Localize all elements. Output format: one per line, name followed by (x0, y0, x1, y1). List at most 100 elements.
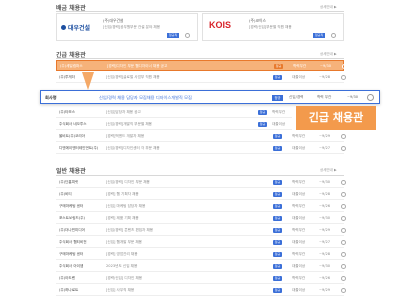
row-date: ~9/26 (319, 276, 331, 280)
row-badge: 정규 (273, 74, 282, 80)
row-edu: 대졸이상 (292, 216, 306, 220)
premium-company: (주)코이스 (249, 18, 266, 23)
general-row[interactable]: (주)하나로트 [신입] 사무직 채용 정규 대졸이상 ~9/29 (56, 285, 346, 296)
zoomed-career: 신입/경력 (289, 95, 304, 99)
row-edu: 학력무관 (292, 276, 306, 280)
row-title: [신입] 사무직 채용 (106, 288, 135, 292)
divider (56, 58, 344, 59)
row-edu: 학력무관 (293, 64, 307, 68)
row-edu: 대졸이상 (292, 264, 306, 268)
row-badge: 정규 (258, 121, 267, 127)
row-badge: 정규 (273, 263, 282, 269)
row-edu: 학력무관 (292, 252, 306, 256)
row-company: 포스트쏘링드(주) (59, 216, 85, 220)
row-edu: 대졸이상 (292, 146, 306, 150)
general-row[interactable]: (주)더나빈미디어 [신입/경력] 콘텐츠 편집자 채용 정규 학력무관 ~9/… (56, 225, 346, 236)
zoomed-job-row[interactable]: 회사명 신입/경력 채용 담당자 모집채용 디자이스개발직 모집 정규 신입/경… (40, 90, 380, 104)
row-title: [경력] 영업관리 채용 (106, 252, 138, 256)
favorite-icon[interactable] (341, 275, 346, 281)
zoomed-title[interactable]: 신입/경력 채용 담당자 모집채용 디자이스개발직 모집 (99, 95, 192, 101)
zoomed-date: ~9/30 (347, 95, 359, 99)
favorite-icon[interactable] (341, 227, 346, 233)
favorite-icon[interactable] (341, 203, 346, 209)
general-row[interactable]: 주식회사 웹티비전 [신입] 웹개발 부문 채용 정규 대졸이상 ~9/27 (56, 237, 346, 248)
general-row[interactable]: (주)단홈피릿 [신입/경력] 디자인 부문 채용 정규 학력무관 ~9/30 (56, 177, 346, 188)
row-company: 구매마케팅 센터 (59, 204, 84, 208)
row-company: 주식회사 네오투스 (59, 122, 87, 126)
row-badge: 정규 (258, 109, 267, 115)
favorite-icon[interactable] (341, 239, 346, 245)
premium-card[interactable]: 대우건설 (주)대우건설 [신입/경력]공무원부문 건설 분야 채용 정규직 (56, 13, 198, 41)
urgent-row[interactable]: 디엔에이엔터테인먼트(주) [신입/경력]디자인센터 각 부문 채용 정규 대졸… (56, 143, 346, 154)
row-badge: 정규 (273, 133, 282, 139)
zoomed-company: 회사명 (45, 94, 57, 100)
premium-more-link[interactable]: 상세안내 ▶ (320, 5, 337, 10)
row-badge: 정규 (273, 145, 282, 151)
general-row[interactable]: 주식회사 아이엠 2023년도 신입 채용 정규 대졸이상 ~9/30 (56, 261, 346, 272)
row-company: (주)아도렌 (59, 276, 76, 280)
favorite-icon[interactable] (341, 287, 346, 293)
premium-company: (주)대우건설 (103, 18, 124, 23)
row-badge: 정규 (273, 191, 282, 197)
row-company: (주)타모스 (59, 110, 76, 114)
row-company: 구매마케팅 센터 (59, 252, 84, 256)
row-title: [신입/경력] 콘텐츠 편집자 채용 (106, 228, 154, 232)
favorite-icon[interactable] (185, 33, 190, 38)
favorite-icon[interactable] (367, 94, 374, 101)
favorite-icon[interactable] (342, 63, 347, 69)
favorite-icon[interactable] (341, 251, 346, 257)
zoomed-badge: 정규 (272, 94, 283, 101)
urgent-row[interactable]: (주)타모스 [신입]담당자 채용 공고 정규 학력무관 (56, 107, 292, 118)
general-more-link[interactable]: 상세안내 ▶ (320, 168, 337, 173)
row-badge: 정규 (273, 251, 282, 257)
favorite-icon[interactable] (341, 179, 346, 185)
row-edu: 대졸이상 (272, 122, 286, 126)
general-row[interactable]: 구매마케팅 센터 [신입] 마케팅 담당자 채용 정규 학력무관 ~9/26 (56, 201, 346, 212)
row-title: [신입/경력]글로벌 사업부 직원 채용 (106, 75, 160, 79)
row-edu: 학력무관 (292, 180, 306, 184)
favorite-icon[interactable] (331, 33, 336, 38)
row-title: 2023년도 신입 채용 (106, 264, 138, 268)
row-date: ~9/30 (319, 264, 331, 268)
general-row[interactable]: 구매마케팅 센터 [경력] 영업관리 채용 정규 학력무관 ~9/28 (56, 249, 346, 260)
row-company: (주)비티 (59, 192, 72, 196)
row-company: (주)세일캠퍼스 (60, 64, 83, 68)
premium-card[interactable]: KOIS (주)코이스 [경력/신입]부문별 직원 채용 정규직 (202, 13, 344, 41)
divider (56, 11, 344, 12)
row-date: ~9/29 (319, 134, 331, 138)
row-title: [신입/경력]개발직 부문별 채용 (106, 122, 152, 126)
premium-desc: [신입/경력]공무원부문 건설 분야 채용 (103, 25, 161, 29)
row-company: 디엔에이엔터테인먼트(주) (59, 146, 99, 150)
urgent-row[interactable]: 주식회사 네오투스 [신입/경력]개발직 부문별 채용 정규 대졸이상 (56, 119, 292, 130)
row-edu: 대졸이상 (292, 240, 306, 244)
row-date: ~9/27 (319, 240, 331, 244)
row-date: ~9/30 (319, 180, 331, 184)
row-badge: 정규 (273, 179, 282, 185)
row-title: [경력] 웹 기획자 채용 (106, 192, 139, 196)
row-date: ~9/29 (319, 288, 331, 292)
urgent-more-link[interactable]: 상세안내 ▶ (320, 52, 337, 57)
favorite-icon[interactable] (341, 145, 346, 151)
row-date: ~9/26 (319, 204, 331, 208)
row-edu: 학력무관 (292, 228, 306, 232)
favorite-icon[interactable] (341, 191, 346, 197)
row-company: 주식회사 아이엠 (59, 264, 84, 268)
row-badge: 정규 (273, 203, 282, 209)
row-date: ~9/30 (320, 64, 332, 68)
favorite-icon[interactable] (341, 263, 346, 269)
favorite-icon[interactable] (341, 133, 346, 139)
row-date: ~9/29 (319, 228, 331, 232)
row-edu: 대졸이상 (292, 192, 306, 196)
premium-desc: [경력/신입]부문별 직원 채용 (249, 25, 292, 29)
row-company: (주)하나로트 (59, 288, 79, 292)
row-badge: 정규 (273, 227, 282, 233)
general-row[interactable]: 포스트쏘링드(주) [경력] 제품 기획 채용 정규 대졸이상 ~9/30 (56, 213, 346, 224)
general-row[interactable]: (주)아도렌 [경력/신입] 디자인 채용 정규 학력무관 ~9/26 (56, 273, 346, 284)
urgent-row[interactable]: 올비트(주)코리아 [경력]백엔드 개발자 채용 정규 학력무관 ~9/29 (56, 131, 346, 142)
favorite-icon[interactable] (341, 215, 346, 221)
general-row[interactable]: (주)비티 [경력] 웹 기획자 채용 정규 대졸이상 ~9/28 (56, 189, 346, 200)
row-date: ~9/28 (319, 75, 331, 79)
favorite-icon[interactable] (341, 74, 346, 80)
row-date: ~9/30 (319, 216, 331, 220)
premium-tag: 정규직 (313, 33, 325, 38)
